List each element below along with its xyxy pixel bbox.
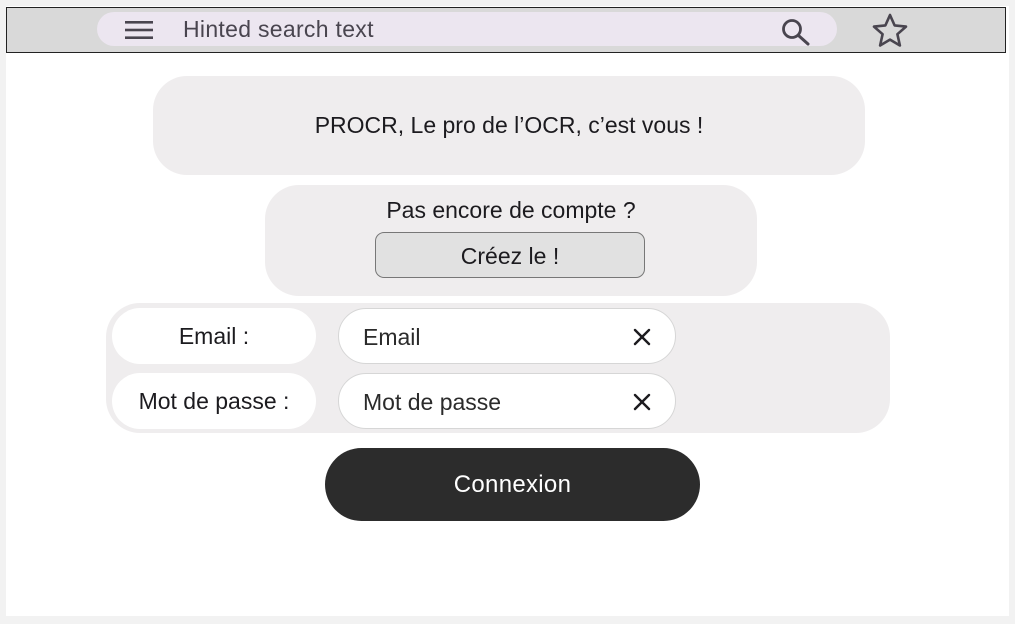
create-account-button[interactable]: Créez le !: [375, 232, 645, 278]
welcome-banner: PROCR, Le pro de l’OCR, c’est vous !: [153, 76, 865, 175]
signup-prompt: Pas encore de compte ?: [386, 197, 636, 223]
email-field[interactable]: Email: [338, 308, 676, 364]
top-app-bar: Hinted search text: [6, 7, 1006, 53]
close-icon[interactable]: [633, 328, 651, 346]
login-form: Email : Email Mot de passe : Mot de pass…: [106, 303, 890, 433]
password-field[interactable]: Mot de passe: [338, 373, 676, 429]
search-icon[interactable]: [781, 18, 811, 46]
hamburger-menu-icon[interactable]: [125, 21, 153, 39]
search-input[interactable]: Hinted search text: [183, 18, 374, 41]
password-field-value: Mot de passe: [363, 389, 502, 415]
search-bar[interactable]: Hinted search text: [97, 12, 837, 46]
password-label: Mot de passe :: [112, 373, 316, 429]
signup-card: Pas encore de compte ? Créez le !: [265, 185, 757, 296]
close-icon[interactable]: [633, 393, 651, 411]
password-label-text: Mot de passe :: [138, 387, 290, 414]
star-icon[interactable]: [871, 12, 909, 48]
email-label: Email :: [112, 308, 316, 364]
login-button[interactable]: Connexion: [325, 448, 700, 521]
banner-text: PROCR, Le pro de l’OCR, c’est vous !: [314, 112, 704, 138]
email-label-text: Email :: [178, 322, 250, 349]
login-button-label: Connexion: [453, 470, 572, 498]
email-field-value: Email: [363, 324, 421, 350]
